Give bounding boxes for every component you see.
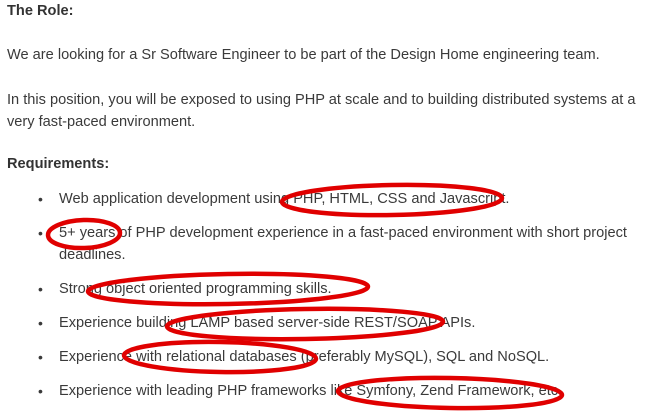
bullet-icon: • <box>38 349 43 365</box>
bullet-icon: • <box>38 315 43 331</box>
position-line: In this position, you will be exposed to… <box>7 92 636 108</box>
requirement-text: Web application development using PHP, H… <box>59 191 510 207</box>
requirement-text: Experience building LAMP based server-si… <box>59 315 476 331</box>
role-heading: The Role: <box>7 3 74 19</box>
requirement-text: 5+ years of PHP development experience i… <box>59 225 627 263</box>
bullet-icon: • <box>38 191 43 207</box>
bullet-icon: • <box>38 225 43 241</box>
bullet-icon: • <box>38 281 43 297</box>
requirement-text: Experience with leading PHP frameworks l… <box>59 383 563 399</box>
position-paragraph: In this position, you will be exposed to… <box>7 89 637 133</box>
requirements-heading: Requirements: <box>7 156 110 172</box>
position-line: very fast-paced environment. <box>7 114 196 130</box>
requirement-text: Experience with relational databases (pr… <box>59 349 550 365</box>
intro-paragraph: We are looking for a Sr Software Enginee… <box>7 47 600 63</box>
bullet-icon: • <box>38 383 43 399</box>
requirement-text: Strong object oriented programming skill… <box>59 281 332 297</box>
